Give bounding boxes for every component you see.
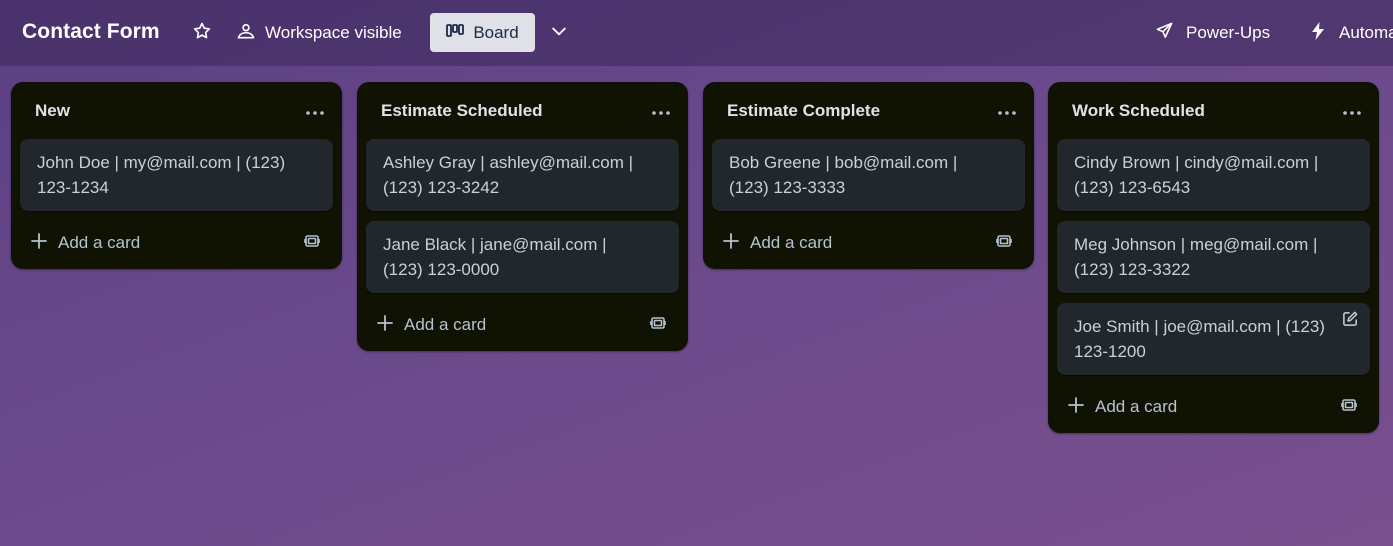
automation-button[interactable]: Automation [1311, 18, 1393, 48]
list-estimate-complete: Estimate Complete Bob Greene | bob@mail.… [703, 82, 1034, 269]
card[interactable]: Meg Johnson | meg@mail.com | (123) 123-3… [1057, 221, 1370, 293]
create-from-template-button[interactable] [302, 233, 322, 253]
list-title[interactable]: Estimate Complete [727, 101, 880, 121]
list-estimate-scheduled: Estimate Scheduled Ashley Gray | ashley@… [357, 82, 688, 351]
template-icon [996, 233, 1012, 254]
card[interactable]: John Doe | my@mail.com | (123) 123-1234 [20, 139, 333, 211]
list-header: Work Scheduled [1048, 82, 1379, 139]
template-icon [1341, 397, 1357, 418]
create-from-template-button[interactable] [1339, 397, 1359, 417]
add-card-button[interactable]: Add a card [1068, 392, 1177, 422]
list-header: Estimate Scheduled [357, 82, 688, 139]
star-button[interactable] [190, 21, 214, 45]
board-header: Contact Form Workspace visible Board Pow… [0, 0, 1393, 66]
view-switcher-button[interactable] [546, 20, 572, 46]
list-menu-button[interactable] [1339, 98, 1365, 124]
plus-icon [723, 232, 739, 254]
card-title: Joe Smith | joe@mail.com | (123) 123-120… [1074, 317, 1325, 361]
list-footer: Add a card [1048, 385, 1379, 433]
list-work-scheduled: Work Scheduled Cindy Brown | cindy@mail.… [1048, 82, 1379, 433]
add-card-label: Add a card [1095, 397, 1178, 416]
people-icon [236, 21, 256, 46]
list-header: New [11, 82, 342, 139]
card-title: Jane Black | jane@mail.com | (123) 123-0… [383, 235, 607, 279]
template-icon [650, 315, 666, 336]
list-footer: Add a card [357, 303, 688, 351]
lightning-icon [1311, 21, 1325, 45]
edit-card-button[interactable] [1340, 311, 1360, 331]
add-card-label: Add a card [58, 233, 141, 252]
plus-icon [31, 232, 47, 254]
plus-icon [377, 314, 393, 336]
template-icon [304, 233, 320, 254]
list-title[interactable]: Estimate Scheduled [381, 101, 543, 121]
more-icon [998, 102, 1016, 120]
visibility-button[interactable]: Workspace visible [236, 18, 402, 48]
more-icon [652, 102, 670, 120]
chevron-down-icon [549, 21, 569, 46]
create-from-template-button[interactable] [648, 315, 668, 335]
rocket-icon [1155, 21, 1174, 45]
add-card-button[interactable]: Add a card [723, 228, 832, 258]
more-icon [306, 102, 324, 120]
list-footer: Add a card [703, 221, 1034, 269]
visibility-label: Workspace visible [265, 23, 402, 42]
board-view-label: Board [473, 22, 519, 42]
list-menu-button[interactable] [994, 98, 1020, 124]
card-title: Meg Johnson | meg@mail.com | (123) 123-3… [1074, 235, 1318, 279]
card-title: John Doe | my@mail.com | (123) 123-1234 [37, 153, 286, 197]
board-view-button[interactable]: Board [430, 13, 535, 52]
list-title[interactable]: New [35, 101, 70, 121]
card-title: Ashley Gray | ashley@mail.com | (123) 12… [383, 153, 633, 197]
list-title[interactable]: Work Scheduled [1072, 101, 1205, 121]
plus-icon [1068, 396, 1084, 418]
add-card-button[interactable]: Add a card [31, 228, 140, 258]
card[interactable]: Jane Black | jane@mail.com | (123) 123-0… [366, 221, 679, 293]
more-icon [1343, 102, 1361, 120]
add-card-label: Add a card [750, 233, 833, 252]
power-ups-button[interactable]: Power-Ups [1155, 18, 1270, 48]
list-footer: Add a card [11, 221, 342, 269]
automation-label: Automation [1339, 23, 1393, 42]
card-title: Cindy Brown | cindy@mail.com | (123) 123… [1074, 153, 1319, 197]
create-from-template-button[interactable] [994, 233, 1014, 253]
card[interactable]: Ashley Gray | ashley@mail.com | (123) 12… [366, 139, 679, 211]
board-icon [446, 23, 465, 43]
board-title[interactable]: Contact Form [22, 20, 160, 44]
add-card-label: Add a card [404, 315, 487, 334]
power-ups-label: Power-Ups [1186, 23, 1271, 42]
card[interactable]: Cindy Brown | cindy@mail.com | (123) 123… [1057, 139, 1370, 211]
card[interactable]: Bob Greene | bob@mail.com | (123) 123-33… [712, 139, 1025, 211]
card-title: Bob Greene | bob@mail.com | (123) 123-33… [729, 153, 958, 197]
list-new: New John Doe | my@mail.com | (123) 123-1… [11, 82, 342, 269]
list-menu-button[interactable] [302, 98, 328, 124]
list-header: Estimate Complete [703, 82, 1034, 139]
list-menu-button[interactable] [648, 98, 674, 124]
pencil-icon [1342, 309, 1359, 334]
card[interactable]: Joe Smith | joe@mail.com | (123) 123-120… [1057, 303, 1370, 375]
star-icon [192, 21, 212, 46]
add-card-button[interactable]: Add a card [377, 310, 486, 340]
